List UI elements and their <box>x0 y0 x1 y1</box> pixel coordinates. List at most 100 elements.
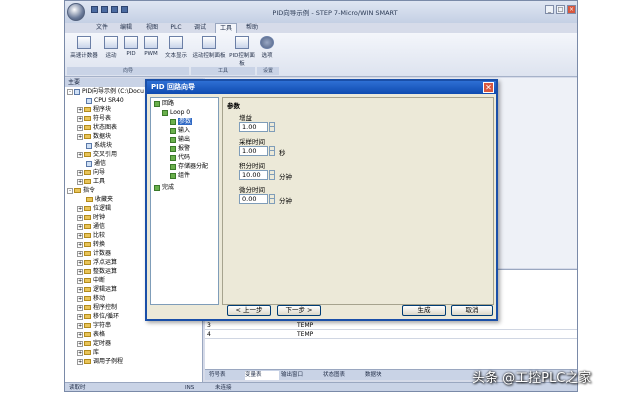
tree-item[interactable]: + 比较 <box>77 232 105 240</box>
derivative-time-input[interactable] <box>239 194 268 204</box>
tree-node-components[interactable]: 组件 <box>170 172 190 180</box>
tab-output-window[interactable]: 输出窗口 <box>281 371 321 380</box>
tree-item[interactable]: + 调用子例程 <box>77 358 123 366</box>
tree-item[interactable]: + 时钟 <box>77 214 105 222</box>
print-icon[interactable] <box>121 6 128 13</box>
tree-item[interactable]: + 移位/循环 <box>77 313 119 321</box>
motion-wizard-button[interactable]: 运动 <box>101 36 121 66</box>
expand-icon[interactable]: + <box>77 205 83 212</box>
tab-variable-table[interactable]: 变量表 <box>245 371 279 380</box>
collapse-icon[interactable]: - <box>67 88 73 95</box>
tree-item[interactable]: + 通信 <box>77 223 105 231</box>
tree-node-memory[interactable]: 存储器分配 <box>170 163 208 171</box>
options-button[interactable]: 选项 <box>257 36 277 66</box>
tab-symbol-table[interactable]: 符号表 <box>209 371 243 380</box>
expand-icon[interactable]: + <box>77 313 83 320</box>
expand-icon[interactable]: + <box>77 241 83 248</box>
pid-wizard-button[interactable]: PID <box>121 36 141 66</box>
save-icon[interactable] <box>111 6 118 13</box>
expand-icon[interactable]: + <box>77 295 83 302</box>
sample-time-spinner[interactable] <box>269 146 275 156</box>
gain-spinner[interactable] <box>269 122 275 132</box>
derivative-time-spinner[interactable] <box>269 194 275 204</box>
expand-icon[interactable]: + <box>77 223 83 230</box>
tree-item[interactable]: + 整数运算 <box>77 268 117 276</box>
expand-icon[interactable]: + <box>77 349 83 356</box>
expand-icon[interactable]: + <box>77 133 83 140</box>
tab-plc[interactable]: PLC <box>165 23 187 33</box>
hsc-wizard-button[interactable]: 高速计数器 <box>67 36 101 66</box>
collapse-icon[interactable]: - <box>67 187 73 194</box>
tree-node-output[interactable]: 输出 <box>170 136 190 144</box>
expand-icon[interactable]: + <box>77 169 83 176</box>
expand-icon[interactable]: + <box>77 250 83 257</box>
maximize-icon[interactable]: □ <box>556 5 565 14</box>
expand-icon[interactable]: + <box>77 151 83 158</box>
tree-node-loop0[interactable]: Loop 0 <box>162 109 190 117</box>
next-button[interactable]: 下一步 > <box>277 305 321 316</box>
expand-icon[interactable]: + <box>77 322 83 329</box>
tree-item[interactable]: + 计数器 <box>77 250 111 258</box>
tree-item[interactable]: CPU SR40 <box>77 97 124 105</box>
tree-item[interactable]: + 程序控制 <box>77 304 117 312</box>
minimize-icon[interactable]: _ <box>545 5 554 14</box>
tab-debug[interactable]: 调试 <box>189 23 211 33</box>
tree-item[interactable]: + 库 <box>77 349 99 357</box>
tab-edit[interactable]: 编辑 <box>115 23 137 33</box>
tree-item[interactable]: + 向导 <box>77 169 105 177</box>
expand-icon[interactable]: + <box>77 331 83 338</box>
expand-icon[interactable]: + <box>77 124 83 131</box>
tree-node-alarm[interactable]: 报警 <box>170 145 190 153</box>
tree-item[interactable]: + 程序块 <box>77 106 111 114</box>
tree-node-finish[interactable]: 完成 <box>154 184 174 192</box>
expand-icon[interactable]: + <box>77 106 83 113</box>
tree-item[interactable]: + 状态图表 <box>77 124 117 132</box>
tree-item[interactable]: + 中断 <box>77 277 105 285</box>
expand-icon[interactable]: + <box>77 304 83 311</box>
expand-icon[interactable]: + <box>77 277 83 284</box>
tree-item[interactable]: + 浮点运算 <box>77 259 117 267</box>
cancel-button[interactable]: 取消 <box>451 305 493 316</box>
integral-time-input[interactable] <box>239 170 268 180</box>
app-menu-orb-icon[interactable] <box>67 3 85 21</box>
tab-data-block[interactable]: 数据块 <box>365 371 399 380</box>
tab-file[interactable]: 文件 <box>91 23 113 33</box>
expand-icon[interactable]: + <box>77 232 83 239</box>
gain-input[interactable] <box>239 122 268 132</box>
tree-item[interactable]: + 工具 <box>77 178 105 186</box>
text-display-button[interactable]: 文本显示 <box>161 36 191 66</box>
tree-item[interactable]: 收藏夹 <box>77 196 113 204</box>
motion-panel-button[interactable]: 运动控制面板 <box>191 36 227 66</box>
tree-item[interactable]: + 交叉引用 <box>77 151 117 159</box>
expand-icon[interactable]: + <box>77 178 83 185</box>
expand-icon[interactable]: + <box>77 259 83 266</box>
tree-item[interactable]: - 指令 <box>67 187 95 195</box>
prev-button[interactable]: < 上一步 <box>227 305 271 316</box>
tree-item[interactable]: + 数据块 <box>77 133 111 141</box>
tab-tools[interactable]: 工具 <box>215 23 237 33</box>
expand-icon[interactable]: + <box>77 115 83 122</box>
tree-item[interactable]: 系统块 <box>77 142 112 150</box>
close-window-icon[interactable]: × <box>567 5 576 14</box>
dialog-close-icon[interactable]: ✕ <box>483 82 494 93</box>
tree-item[interactable]: - PID向导示例 (C:\Docu <box>67 88 144 96</box>
sample-time-input[interactable] <box>239 146 268 156</box>
tree-node-parameters[interactable]: 参数 <box>170 118 193 126</box>
tree-node-loop-root[interactable]: 回路 <box>154 100 174 108</box>
pid-panel-button[interactable]: PID控制面板 <box>229 36 255 67</box>
expand-icon[interactable]: + <box>77 358 83 365</box>
integral-time-spinner[interactable] <box>269 170 275 180</box>
tree-item[interactable]: 通信 <box>77 160 106 168</box>
tab-help[interactable]: 帮助 <box>241 23 263 33</box>
tree-item[interactable]: + 表格 <box>77 331 105 339</box>
tree-item[interactable]: + 定时器 <box>77 340 111 348</box>
tree-item[interactable]: + 符号表 <box>77 115 111 123</box>
pwm-wizard-button[interactable]: PWM <box>141 36 161 66</box>
tree-item[interactable]: + 位逻辑 <box>77 205 111 213</box>
expand-icon[interactable]: + <box>77 340 83 347</box>
tab-view[interactable]: 视图 <box>141 23 163 33</box>
expand-icon[interactable]: + <box>77 268 83 275</box>
tree-item[interactable]: + 转换 <box>77 241 105 249</box>
expand-icon[interactable]: + <box>77 286 83 293</box>
tree-item[interactable]: + 字符串 <box>77 322 111 330</box>
